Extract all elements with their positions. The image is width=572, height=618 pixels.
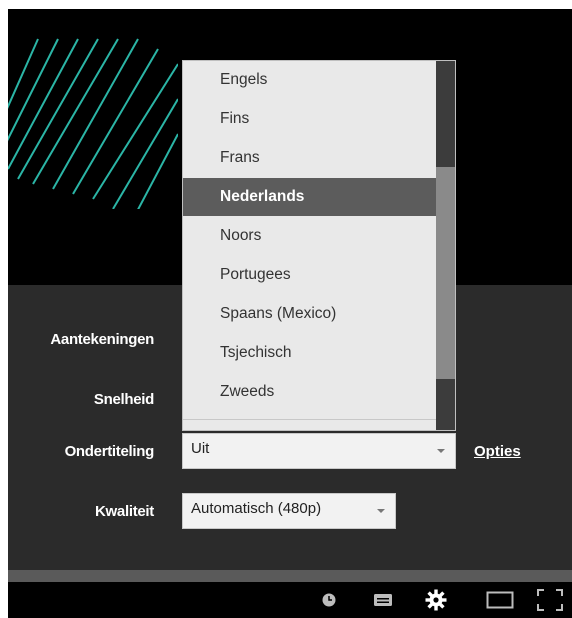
teal-stripe-graphic [8,38,178,209]
subtitles-select-value: Uit [191,440,210,457]
dropdown-item-engels[interactable]: Engels [183,61,436,99]
subtitles-select[interactable]: Uit [182,433,456,469]
chevron-down-icon [377,509,385,513]
settings-gear-icon[interactable] [420,582,452,618]
dropdown-scrollbar-thumb[interactable] [436,167,455,379]
annotations-label: Aantekeningen [50,331,154,348]
dropdown-item-portugees[interactable]: Portugees [183,256,436,294]
progress-bar[interactable] [8,570,572,582]
subtitles-icon[interactable] [368,582,398,618]
dropdown-item-spaans-mexico[interactable]: Spaans (Mexico) [183,295,436,333]
video-player: Aantekeningen Snelheid Ondertiteling Kwa… [8,9,572,618]
subtitles-dropdown: Engels Fins Frans Nederlands Noors Portu… [182,60,456,431]
clock-icon[interactable] [316,582,342,618]
subtitles-label: Ondertiteling [64,443,155,460]
dropdown-item-frans[interactable]: Frans [183,139,436,177]
player-controls [8,582,572,618]
dropdown-item-fins[interactable]: Fins [183,100,436,138]
dropdown-item-zweeds[interactable]: Zweeds [183,373,436,411]
dropdown-item-nederlands[interactable]: Nederlands [183,178,436,216]
fullscreen-icon[interactable] [532,582,568,618]
subtitles-options-link[interactable]: Opties [474,443,521,460]
dropdown-item-noors[interactable]: Noors [183,217,436,255]
chevron-down-icon [437,449,445,453]
dropdown-divider [183,419,436,420]
speed-label: Snelheid [93,391,154,408]
quality-select[interactable]: Automatisch (480p) [182,493,396,529]
quality-label: Kwaliteit [95,503,154,520]
quality-select-value: Automatisch (480p) [191,500,322,517]
theater-mode-icon[interactable] [482,582,518,618]
dropdown-item-tsjechisch[interactable]: Tsjechisch [183,334,436,372]
